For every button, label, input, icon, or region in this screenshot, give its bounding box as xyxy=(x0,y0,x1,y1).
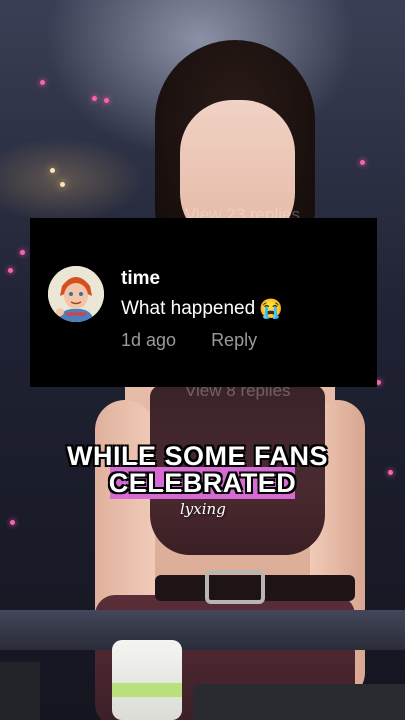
comment-text: What happened xyxy=(121,298,256,319)
caption-highlight: CELEBRATED xyxy=(108,467,297,499)
watermark: lyxing xyxy=(180,500,226,518)
reply-button[interactable]: Reply xyxy=(211,330,257,351)
stage-rail xyxy=(0,610,405,650)
crying-emoji-icon: 😭 xyxy=(259,299,283,320)
stage-monitor xyxy=(193,684,405,720)
comment-meta: 1d ago Reply xyxy=(121,330,257,351)
water-bottle xyxy=(112,640,182,720)
chucky-doll-avatar-icon xyxy=(48,266,104,322)
caption-line-2: CELEBRATED xyxy=(108,467,297,498)
stage-monitor-left xyxy=(0,662,40,720)
comment-body: What happened 😭 xyxy=(121,297,283,321)
comment-username[interactable]: time xyxy=(121,268,160,290)
user-avatar[interactable] xyxy=(48,266,104,322)
comment-timestamp: 1d ago xyxy=(121,330,177,350)
